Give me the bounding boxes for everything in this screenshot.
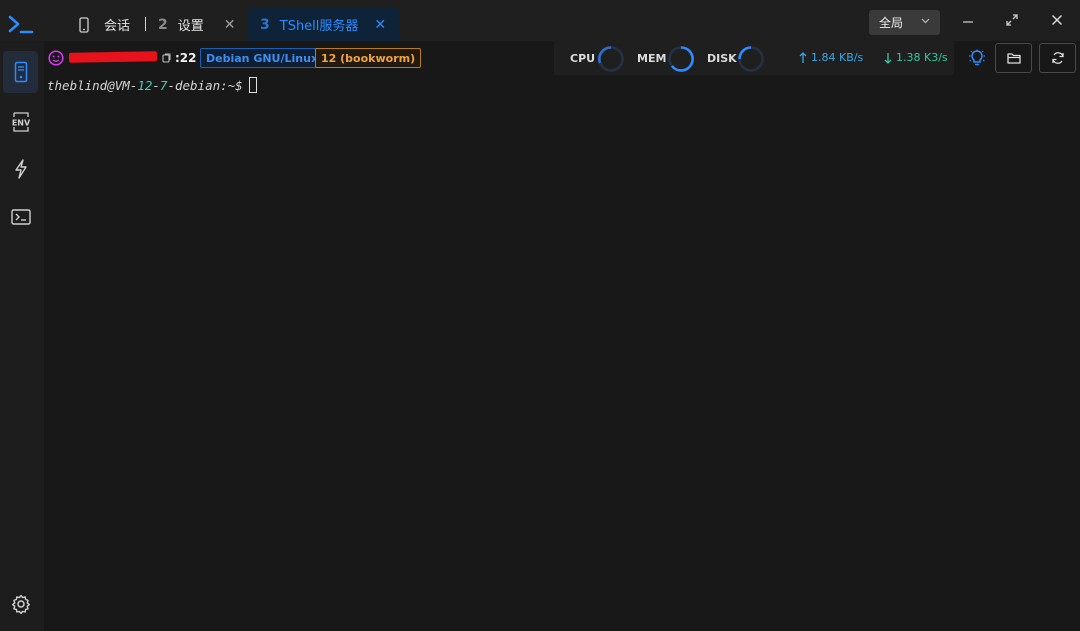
svg-text:ENV: ENV (11, 119, 30, 128)
tab-number: 2 (158, 16, 168, 33)
scope-select[interactable]: 全局 (869, 10, 940, 35)
tab-label: 设置 (177, 19, 204, 34)
prompt-dash: - (152, 77, 160, 93)
sidebar-item-server[interactable] (3, 51, 38, 93)
server-icon (14, 61, 27, 83)
tab-sessions[interactable]: 会话 (78, 8, 150, 41)
scope-select-value: 全局 (879, 16, 904, 30)
cpu-ring (598, 46, 624, 72)
upload-speed: 1.84 KB/s (799, 51, 863, 64)
resource-monitor: CPU MEM DISK 1.84 KB/s 1.38 K3/s (554, 41, 954, 75)
prompt-host-number: 12 (137, 77, 153, 93)
port-label: :22 (175, 51, 197, 65)
phone-icon (79, 16, 89, 33)
maximize-icon (1006, 14, 1018, 26)
chevron-down-icon (921, 18, 930, 24)
sidebar: ENV (0, 41, 44, 631)
mem-label: MEM (637, 52, 667, 65)
download-speed: 1.38 K3/s (884, 51, 948, 64)
minimize-button[interactable] (956, 10, 980, 30)
app-logo-icon[interactable] (8, 13, 34, 35)
tab-close-icon[interactable]: ✕ (224, 17, 236, 33)
prompt-user-host: theblind@VM- (47, 77, 138, 93)
terminal-icon (10, 209, 31, 225)
server-info-bar: :22 Debian GNU/Linux 12 (bookworm) CPU M… (44, 41, 1080, 75)
tab-close-icon[interactable]: ✕ (374, 17, 386, 33)
bolt-icon (14, 159, 27, 179)
tab-settings[interactable]: 2 设置 ✕ (158, 8, 248, 41)
sidebar-item-terminal[interactable] (3, 196, 38, 238)
os-badge: Debian GNU/Linux (200, 48, 325, 68)
env-icon: ENV (11, 112, 30, 132)
host-address-redacted (68, 51, 158, 63)
close-icon (1052, 15, 1062, 25)
arrow-up-icon (799, 51, 807, 63)
terminal-output[interactable]: theblind@VM- 12-7 -debian:~$ (44, 75, 1080, 631)
close-window-button[interactable] (1045, 10, 1069, 30)
tab-tshell-server[interactable]: 3 TShell服务器 ✕ (248, 8, 400, 41)
sidebar-item-settings[interactable] (3, 583, 38, 625)
tab-divider (145, 17, 146, 31)
file-browser-button[interactable] (995, 43, 1032, 73)
download-speed-value: 1.38 K3/s (896, 51, 948, 64)
maximize-button[interactable] (1000, 10, 1024, 30)
host-port[interactable]: :22 (162, 51, 197, 65)
copy-icon[interactable] (162, 53, 171, 63)
terminal-cursor (248, 77, 257, 93)
tab-label: 会话 (104, 19, 131, 34)
upload-speed-value: 1.84 KB/s (811, 51, 864, 64)
cpu-label: CPU (570, 52, 596, 65)
disk-label: DISK (707, 52, 737, 65)
refresh-button[interactable] (1039, 43, 1076, 73)
lightbulb-icon[interactable] (968, 49, 986, 67)
prompt-line: theblind@VM- 12-7 -debian:~$ (47, 76, 1077, 94)
gear-icon (11, 594, 30, 614)
os-version-badge: 12 (bookworm) (315, 48, 422, 68)
mem-ring (668, 46, 694, 72)
prompt-host-number: 7 (159, 77, 168, 93)
tab-label: TShell服务器 (279, 19, 359, 34)
sidebar-item-env[interactable]: ENV (3, 101, 38, 143)
arrow-down-icon (884, 52, 892, 64)
title-bar: 会话 2 设置 ✕ 3 TShell服务器 ✕ 全局 (0, 0, 1080, 41)
refresh-icon (1051, 52, 1064, 64)
sidebar-item-snippets[interactable] (3, 148, 38, 190)
disk-ring (738, 46, 764, 72)
face-icon (48, 50, 64, 66)
folder-icon (1006, 53, 1021, 64)
prompt-path: -debian:~$ (167, 77, 243, 93)
minimize-icon (963, 21, 973, 23)
tab-number: 3 (260, 16, 270, 33)
